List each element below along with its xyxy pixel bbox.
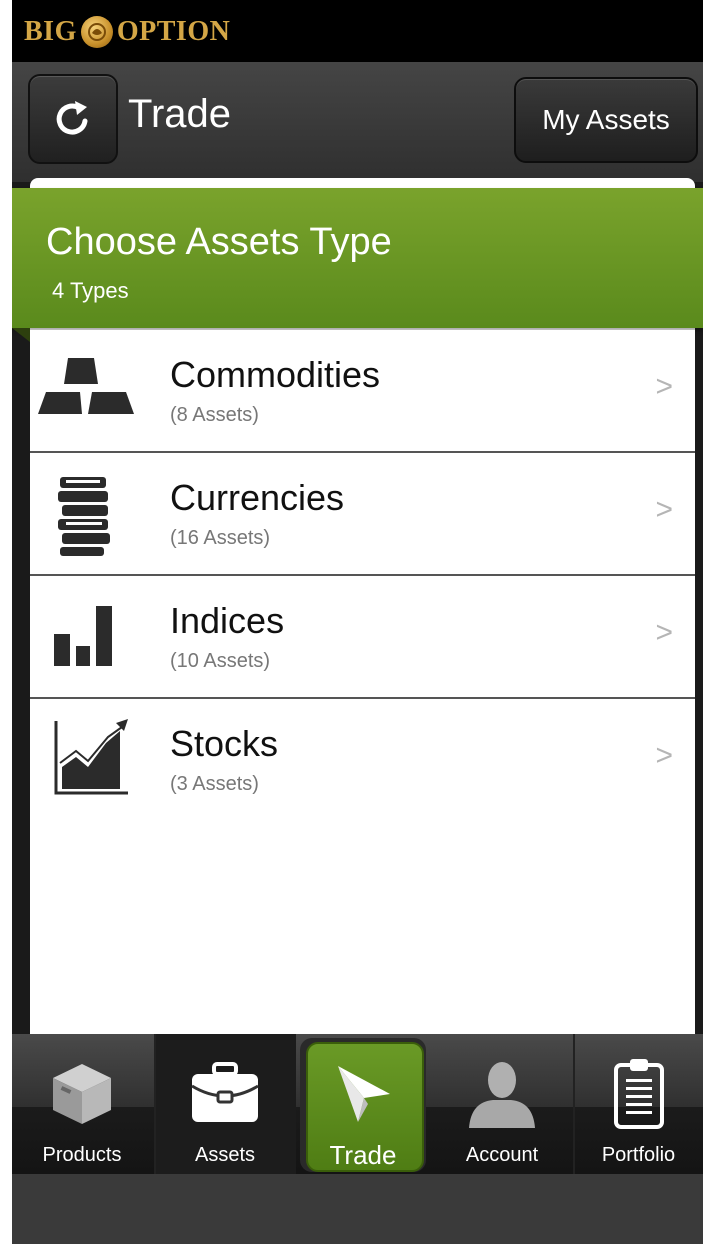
brand-bar: BIG OPTION	[12, 0, 703, 62]
refresh-icon	[56, 101, 88, 135]
asset-type-list: Commodities (8 Assets) > Currencies (16 …	[30, 330, 695, 820]
asset-type-count: (3 Assets)	[170, 773, 259, 795]
list-item-currencies[interactable]: Currencies (16 Assets) >	[30, 453, 695, 576]
tab-account[interactable]: Account	[432, 1034, 572, 1174]
tab-label: Portfolio	[601, 1144, 676, 1166]
section-subtitle: 4 Types	[52, 278, 129, 303]
page-title: Trade	[128, 92, 232, 136]
asset-type-title: Indices	[170, 600, 285, 641]
chevron-right-icon: >	[655, 739, 673, 772]
person-icon	[462, 1056, 542, 1130]
tab-label: Products	[42, 1144, 122, 1166]
paper-plane-icon	[323, 1056, 403, 1130]
asset-type-title: Commodities	[170, 354, 381, 395]
chevron-right-icon: >	[655, 493, 673, 526]
asset-type-count: (8 Assets)	[170, 404, 259, 426]
asset-type-title: Currencies	[170, 477, 345, 518]
tab-trade[interactable]: Trade	[293, 1034, 433, 1174]
gold-bars-icon	[36, 348, 136, 428]
lion-coin-icon	[80, 16, 113, 48]
list-item-stocks[interactable]: Stocks (3 Assets) >	[30, 699, 695, 820]
brand-name-left: BIG	[24, 16, 77, 47]
chevron-right-icon: >	[655, 616, 673, 649]
brand-logo: BIG OPTION	[24, 14, 230, 50]
tab-portfolio[interactable]: Portfolio	[574, 1034, 703, 1174]
my-assets-button[interactable]: My Assets	[514, 77, 698, 163]
tab-label: Account	[465, 1144, 539, 1166]
ribbon-fold-left	[12, 328, 30, 342]
brand-name-right: OPTION	[116, 16, 231, 47]
clipboard-icon	[599, 1056, 679, 1130]
tab-label: Assets	[194, 1144, 256, 1166]
coin-stack-icon	[36, 471, 136, 556]
asset-type-title: Stocks	[170, 723, 279, 764]
list-item-commodities[interactable]: Commodities (8 Assets) >	[30, 330, 695, 453]
bottom-bar	[12, 1174, 703, 1244]
tab-assets[interactable]: Assets	[155, 1034, 295, 1174]
tab-products[interactable]: Products	[12, 1034, 152, 1174]
navigation-bar: Trade My Assets	[12, 62, 703, 182]
box-icon	[42, 1056, 122, 1130]
tab-label: Trade	[329, 1140, 397, 1170]
refresh-button[interactable]	[28, 74, 118, 164]
briefcase-icon	[185, 1056, 265, 1130]
asset-type-count: (10 Assets)	[170, 650, 271, 672]
asset-type-count: (16 Assets)	[170, 527, 271, 549]
list-item-indices[interactable]: Indices (10 Assets) >	[30, 576, 695, 699]
section-header: Choose Assets Type 4 Types	[12, 188, 703, 328]
bar-chart-icon	[36, 594, 136, 674]
tab-bar: Products Assets Trade Account Portfolio	[12, 1034, 703, 1174]
stock-chart-icon	[36, 717, 136, 797]
chevron-right-icon: >	[655, 370, 673, 403]
section-title: Choose Assets Type	[46, 221, 392, 263]
app-frame: BIG OPTION Trade My Assets Choose Assets…	[12, 0, 703, 1244]
